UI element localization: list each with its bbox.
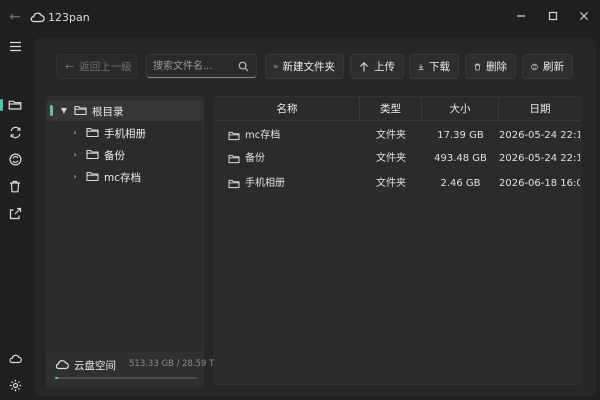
cell-name: 手机相册 <box>228 172 285 196</box>
upload-label: 上传 <box>374 61 395 73</box>
chevron-right-icon[interactable]: › <box>70 149 80 159</box>
download-label: 下载 <box>429 61 450 73</box>
maximize-icon <box>548 11 558 21</box>
tree-item-label: 手机相册 <box>104 128 146 140</box>
file-name: 手机相册 <box>245 178 285 189</box>
cloud-icon <box>30 12 45 23</box>
download-icon <box>418 63 424 70</box>
tree-item-root[interactable]: ▼ 根目录 <box>47 100 203 121</box>
new-folder-label: 新建文件夹 <box>282 61 336 73</box>
cloud-icon <box>55 360 69 370</box>
storage-progress-bar <box>55 377 197 379</box>
minimize-icon <box>517 15 525 17</box>
left-rail <box>0 34 30 400</box>
storage-progress-fill <box>55 377 58 379</box>
storage-card: 云盘空间 513.33 GB / 28.59 TB <box>46 351 220 386</box>
arrow-left-icon: ← <box>65 60 75 73</box>
storage-label: 云盘空间 <box>74 360 116 372</box>
maximize-button[interactable] <box>541 6 565 26</box>
folder-icon[interactable] <box>6 96 24 114</box>
tree-item-label: 根目录 <box>92 106 124 118</box>
app-title: 123pan <box>48 11 90 24</box>
cell-name: mc存档 <box>228 124 280 148</box>
table-row[interactable]: mc存档 文件夹 17.39 GB 2026-05-24 22:19 <box>215 124 580 148</box>
search-box[interactable] <box>146 54 257 78</box>
upload-button[interactable]: 上传 <box>350 54 404 79</box>
chevron-down-icon[interactable]: ▼ <box>59 105 69 115</box>
minimize-button[interactable] <box>509 6 533 26</box>
title-bar: ← 123pan <box>0 0 600 34</box>
file-name: mc存档 <box>245 130 281 141</box>
new-folder-button[interactable]: 新建文件夹 <box>265 54 344 79</box>
download-button[interactable]: 下载 <box>409 54 459 79</box>
cloud-status-icon[interactable] <box>6 349 24 367</box>
folder-icon <box>228 154 240 164</box>
cell-size: 2.46 GB <box>440 178 481 189</box>
column-header-size[interactable]: 大小 <box>422 97 499 121</box>
refresh-button[interactable]: 刷新 <box>522 54 573 79</box>
cell-type: 文件夹 <box>376 178 406 189</box>
folder-icon <box>74 105 87 116</box>
refresh-circle-icon[interactable] <box>6 150 24 168</box>
folder-icon <box>228 131 240 141</box>
column-header-date[interactable]: 日期 <box>499 97 580 121</box>
tree-item-label: 备份 <box>104 150 125 162</box>
refresh-icon <box>531 63 538 70</box>
table-row[interactable]: 备份 文件夹 493.48 GB 2026-05-24 22:18 <box>215 147 580 171</box>
folder-tree: ▼ 根目录 › 手机相册 › 备份 › mc存档 <box>46 96 204 388</box>
search-input[interactable] <box>153 58 235 75</box>
cell-date: 2026-05-24 22:18 <box>499 153 581 164</box>
rail-active-indicator <box>0 99 3 111</box>
share-icon[interactable] <box>6 204 24 222</box>
tree-item-backup[interactable]: › 备份 <box>47 144 203 165</box>
cell-size: 493.48 GB <box>434 153 487 164</box>
column-header-type[interactable]: 类型 <box>360 97 422 121</box>
cell-type: 文件夹 <box>376 153 406 164</box>
cell-date: 2026-06-18 16:03 <box>499 178 581 189</box>
cell-name: 备份 <box>228 147 265 171</box>
chevron-right-icon[interactable]: › <box>70 171 80 181</box>
close-icon <box>580 12 588 20</box>
folder-add-icon <box>274 65 278 68</box>
back-button-label: 返回上一级 <box>79 61 132 73</box>
folder-icon <box>86 171 99 182</box>
settings-icon[interactable] <box>6 376 24 394</box>
storage-usage: 513.33 GB / 28.59 TB <box>129 359 221 369</box>
tree-item-mc-saves[interactable]: › mc存档 <box>47 166 203 187</box>
close-button[interactable] <box>572 6 596 26</box>
file-name: 备份 <box>245 153 265 164</box>
delete-button[interactable]: 删除 <box>465 54 516 79</box>
folder-icon <box>86 127 99 138</box>
tree-selected-indicator <box>50 105 53 116</box>
cell-date: 2026-05-24 22:19 <box>499 130 581 141</box>
back-button[interactable]: ← 返回上一级 <box>56 54 137 79</box>
back-arrow-icon[interactable]: ← <box>6 8 24 26</box>
chevron-right-icon[interactable]: › <box>70 127 80 137</box>
upload-icon <box>359 61 369 72</box>
delete-label: 删除 <box>486 61 507 73</box>
folder-icon <box>228 179 240 189</box>
table-row[interactable]: 手机相册 文件夹 2.46 GB 2026-06-18 16:03 <box>215 172 580 196</box>
tree-item-phone-album[interactable]: › 手机相册 <box>47 122 203 143</box>
table-header: 名称 类型 大小 日期 <box>215 97 580 121</box>
tree-item-label: mc存档 <box>104 172 142 184</box>
cell-type: 文件夹 <box>376 130 406 141</box>
cell-size: 17.39 GB <box>437 130 484 141</box>
folder-icon <box>86 149 99 160</box>
search-icon[interactable] <box>238 61 249 72</box>
file-table: 名称 类型 大小 日期 mc存档 文件夹 17.39 GB 2026-05-24… <box>214 96 581 385</box>
column-header-name[interactable]: 名称 <box>215 97 360 121</box>
trash-icon <box>474 63 481 70</box>
refresh-label: 刷新 <box>543 61 564 73</box>
main-content: ← 返回上一级 新建文件夹 上传 下载 删除 刷新 ▼ 根目录 › <box>34 38 596 396</box>
sync-icon[interactable] <box>6 123 24 141</box>
menu-icon[interactable] <box>6 37 24 55</box>
trash-icon[interactable] <box>6 177 24 195</box>
